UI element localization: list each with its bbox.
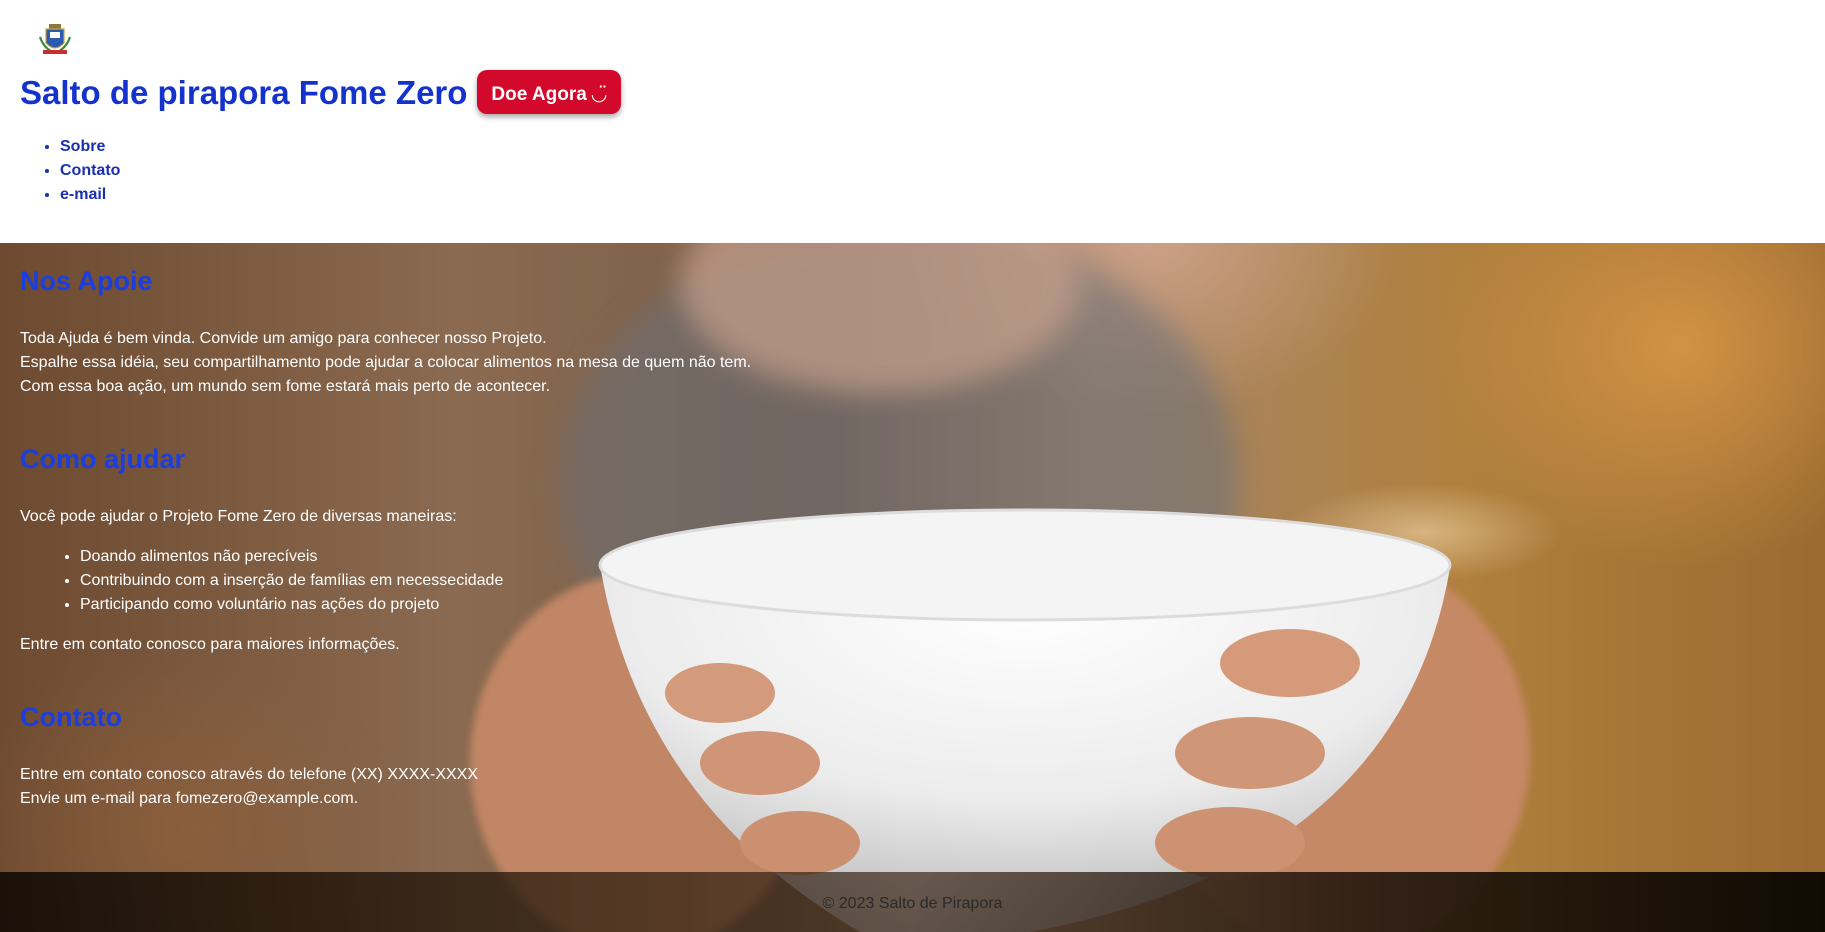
nav-item-contato: Contato: [60, 159, 120, 183]
support-line-1: Toda Ajuda é bem vinda. Convide um amigo…: [20, 330, 547, 347]
list-item: Contribuindo com a inserção de famílias …: [80, 569, 920, 593]
section-title-support: Nos Apoie: [20, 266, 153, 296]
donate-button-label: Doe Agora: [491, 83, 587, 105]
coat-of-arms-icon: [38, 24, 72, 55]
list-item: Doando alimentos não perecíveis: [80, 545, 920, 569]
title-row: Salto de pirapora Fome Zero Doe Agora ◡̈: [20, 70, 622, 114]
donate-button[interactable]: Doe Agora ◡̈: [477, 70, 622, 114]
contact-email: Envie um e-mail para fomezero@example.co…: [20, 790, 359, 807]
how-to-help-outro: Entre em contato conosco para maiores in…: [20, 636, 400, 653]
hero-background: Nos Apoie Toda Ajuda é bem vinda. Convid…: [0, 243, 1825, 932]
support-line-2: Espalhe essa idéia, seu compartilhamento…: [20, 354, 752, 371]
contact-phone: Entre em contato conosco através do tele…: [20, 766, 479, 783]
main-content: Nos Apoie Toda Ajuda é bem vinda. Convid…: [20, 243, 920, 811]
nav-item-sobre: Sobre: [60, 135, 120, 159]
copyright-text: © 2023 Salto de Pirapora: [822, 895, 1003, 912]
site-header: Salto de pirapora Fome Zero Doe Agora ◡̈…: [0, 0, 1825, 243]
nav-link-sobre[interactable]: Sobre: [60, 138, 105, 155]
site-footer: © 2023 Salto de Pirapora: [0, 872, 1825, 932]
main-nav: Sobre Contato e-mail: [20, 135, 120, 207]
smile-icon: ◡̈: [590, 84, 608, 105]
support-line-3: Com essa boa ação, um mundo sem fome est…: [20, 378, 551, 395]
help-list: Doando alimentos não perecíveis Contribu…: [20, 545, 920, 617]
how-to-help-intro: Você pode ajudar o Projeto Fome Zero de …: [20, 508, 457, 525]
nav-link-email[interactable]: e-mail: [60, 186, 106, 203]
site-title: Salto de pirapora Fome Zero: [20, 73, 468, 111]
nav-item-email: e-mail: [60, 183, 120, 207]
section-title-how-to-help: Como ajudar: [20, 444, 186, 474]
list-item: Participando como voluntário nas ações d…: [80, 593, 920, 617]
section-title-contact: Contato: [20, 702, 122, 732]
nav-link-contato[interactable]: Contato: [60, 162, 120, 179]
